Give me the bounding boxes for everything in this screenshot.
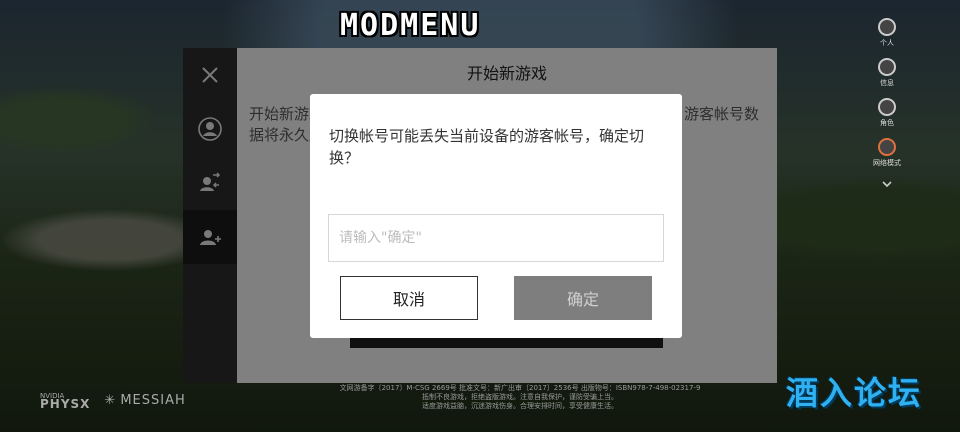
right-toolbar-item-network[interactable]: 网络模式 <box>872 138 902 178</box>
physx-label: PHYSX <box>40 397 91 411</box>
info-icon <box>878 58 896 76</box>
legal-footer: 文网游备字〔2017〕M-CSG 2669号 批准文号：新广出审〔2017〕25… <box>330 384 710 411</box>
right-toolbar-item-info[interactable]: 信息 <box>872 58 902 98</box>
right-toolbar-item-person[interactable]: 角色 <box>872 98 902 138</box>
right-toolbar-label: 信息 <box>880 79 894 87</box>
messiah-logo: ✳ MESSIAH <box>104 393 185 408</box>
right-toolbar-label: 角色 <box>880 119 894 127</box>
right-toolbar: 个人 信息 角色 网络模式 <box>872 18 902 198</box>
nvidia-logo: NVIDIA PHYSX <box>40 392 91 411</box>
messiah-label: MESSIAH <box>120 392 186 408</box>
switch-account-dialog: 切换帐号可能丢失当前设备的游客帐号，确定切换？ 取消 确定 <box>310 94 682 338</box>
footer-line: 适度游戏益脑，沉迷游戏伤身。合理安排时间，享受健康生活。 <box>422 402 618 410</box>
footer-line: 文网游备字〔2017〕M-CSG 2669号 批准文号：新广出审〔2017〕25… <box>339 384 701 392</box>
forum-watermark: 酒入论坛 <box>786 374 923 412</box>
right-toolbar-label: 网络模式 <box>873 159 901 167</box>
right-toolbar-label: 个人 <box>880 39 894 47</box>
partner-logos: NVIDIA PHYSX ✳ MESSIAH <box>40 392 186 411</box>
person-icon <box>878 98 896 116</box>
messiah-star-icon: ✳ <box>104 392 117 408</box>
right-toolbar-expand[interactable] <box>872 178 902 198</box>
dialog-message: 切换帐号可能丢失当前设备的游客帐号，确定切换？ <box>329 127 645 167</box>
account-icon <box>878 18 896 36</box>
chevron-down-icon <box>882 181 892 188</box>
modmenu-title[interactable]: MODMENU <box>340 8 480 43</box>
confirm-button[interactable]: 确定 <box>514 276 652 320</box>
footer-line: 抵制不良游戏，拒绝盗版游戏。注意自我保护，谨防受骗上当。 <box>422 393 618 401</box>
right-toolbar-item-account[interactable]: 个人 <box>872 18 902 58</box>
cancel-button[interactable]: 取消 <box>340 276 478 320</box>
confirm-input[interactable] <box>328 214 664 262</box>
gamepad-icon <box>878 138 896 156</box>
